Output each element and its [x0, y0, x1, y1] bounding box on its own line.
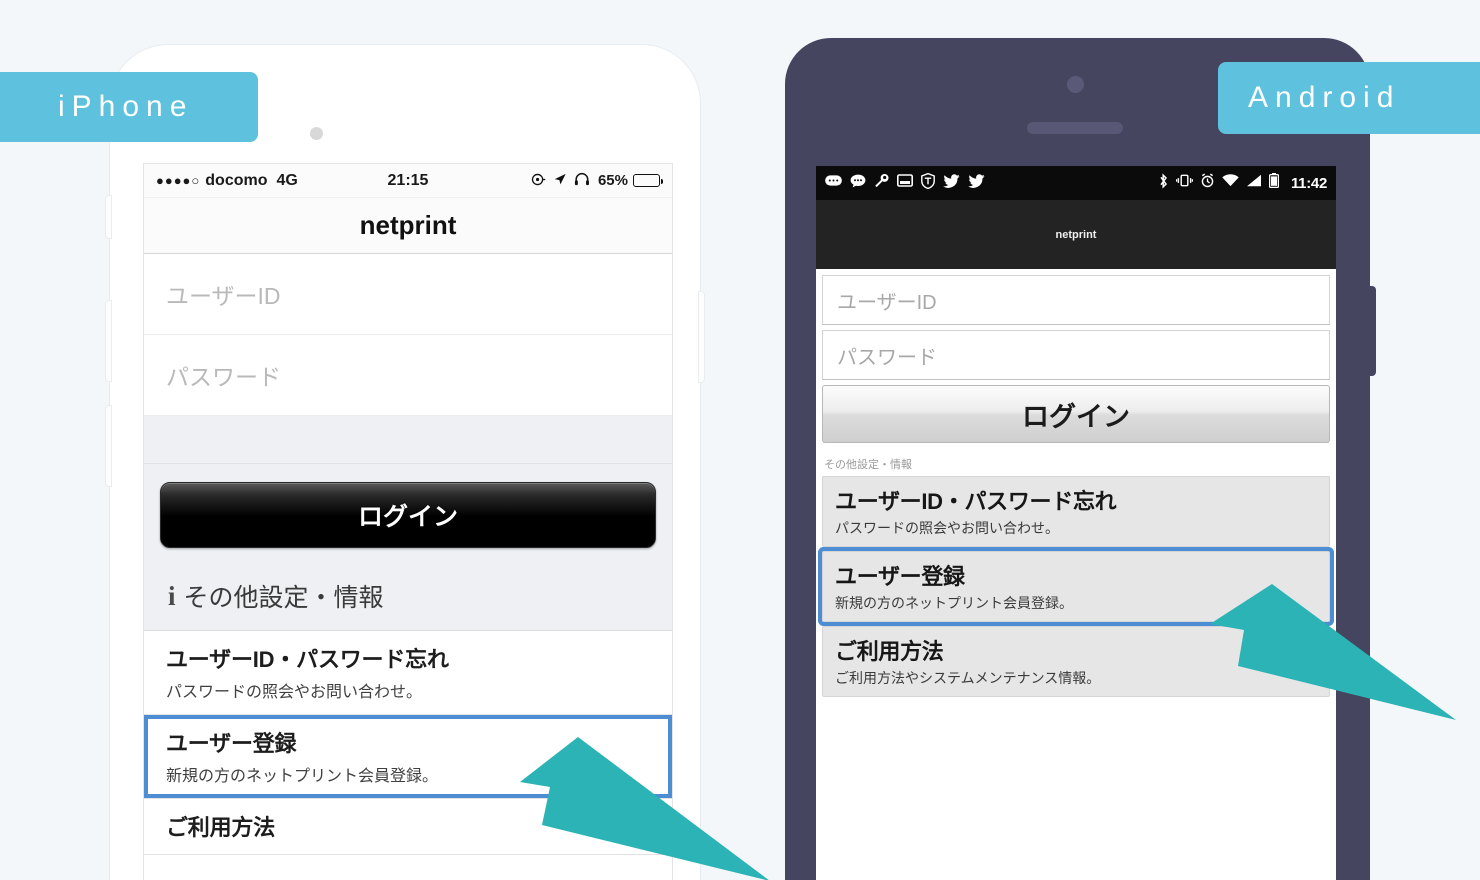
list-item-subtitle: 新規の方のネットプリント会員登録。 — [166, 768, 439, 785]
network-type: 4G — [276, 171, 298, 189]
android-user-id-input[interactable]: ユーザーID — [822, 275, 1330, 325]
location-services-icon — [531, 172, 546, 190]
list-item-title: ご利用方法 — [166, 815, 276, 840]
android-list-item-forgot[interactable]: ユーザーID・パスワード忘れ パスワードの照会やお問い合わせ。 — [822, 476, 1330, 547]
list-item-subtitle: ご利用方法やシステムメンテナンス情報。 — [835, 670, 1101, 686]
iphone-user-id-input[interactable]: ユーザーID — [144, 254, 672, 335]
iphone-status-bar: ●●●●○ docomo 4G 21:15 65% — [144, 164, 672, 198]
list-item-subtitle: 新規の方のネットプリント会員登録。 — [835, 595, 1073, 611]
list-item-title: ユーザーID・パスワード忘れ — [835, 489, 1117, 514]
wifi-icon — [1222, 174, 1239, 192]
android-screen: 11:42 netprint ユーザーID パスワード ログイン その他設定・情… — [816, 166, 1336, 880]
iphone-app-title-bar: netprint — [144, 198, 672, 254]
twitter-bird-icon — [943, 173, 960, 193]
android-system-icons: 11:42 — [1158, 172, 1327, 194]
android-login-button[interactable]: ログイン — [822, 385, 1330, 443]
android-form-area: ユーザーID パスワード ログイン — [816, 269, 1336, 443]
app-title: netprint — [359, 210, 457, 240]
list-item-title: ユーザー登録 — [835, 564, 965, 589]
list-item-title: ご利用方法 — [835, 639, 944, 664]
chat-bubble-icon — [850, 174, 866, 193]
list-item-title: ユーザー登録 — [166, 731, 297, 756]
list-item-subtitle: パスワードの照会やお問い合わせ。 — [166, 684, 423, 701]
iphone-volume-up-button[interactable] — [105, 300, 112, 382]
headphones-icon — [574, 172, 591, 189]
battery-icon — [1268, 173, 1280, 193]
battery-percent-label: 65% — [597, 172, 628, 189]
android-status-bar-clock: 11:42 — [1290, 174, 1327, 192]
android-section-label: その他設定・情報 — [824, 459, 912, 471]
iphone-list-item-how-to-use[interactable]: ご利用方法 — [144, 799, 672, 855]
shield-icon — [921, 172, 935, 194]
android-app-title-bar: netprint — [816, 200, 1336, 269]
android-status-bar: 11:42 — [816, 166, 1336, 200]
android-password-input[interactable]: パスワード — [822, 330, 1330, 380]
message-icon — [825, 174, 842, 192]
iphone-power-button[interactable] — [698, 291, 705, 383]
screenshot-stage: ●●●●○ docomo 4G 21:15 65% netprint ユーザーI… — [0, 0, 1480, 880]
iphone-password-input[interactable]: パスワード — [144, 335, 672, 416]
iphone-list-item-forgot[interactable]: ユーザーID・パスワード忘れ パスワードの照会やお問い合わせ。 — [144, 631, 672, 715]
list-item-subtitle: パスワードの照会やお問い合わせ。 — [835, 520, 1059, 536]
battery-status: 65% — [597, 172, 663, 189]
twitter-bird-icon — [968, 173, 985, 193]
iphone-login-button[interactable]: ログイン — [160, 482, 656, 548]
navigation-arrow-icon — [553, 172, 567, 189]
status-bar-right-icons: 65% — [531, 172, 663, 190]
android-earpiece-speaker — [1027, 122, 1123, 134]
iphone-list-item-user-registration[interactable]: ユーザー登録 新規の方のネットプリント会員登録。 — [144, 715, 672, 799]
screenshot-icon — [897, 174, 913, 192]
wrench-icon — [874, 173, 889, 193]
cell-signal-icon — [1246, 174, 1262, 192]
iphone-form-spacer — [144, 416, 672, 464]
info-icon: i — [168, 580, 176, 611]
iphone-screen: ●●●●○ docomo 4G 21:15 65% netprint ユーザーI… — [143, 163, 673, 880]
alarm-icon — [1200, 173, 1215, 193]
iphone-front-camera-icon — [310, 127, 323, 140]
android-list-item-user-registration[interactable]: ユーザー登録 新規の方のネットプリント会員登録。 — [822, 551, 1330, 622]
iphone-volume-down-button[interactable] — [105, 405, 112, 487]
vibrate-icon — [1175, 173, 1194, 193]
signal-strength-dots-icon: ●●●●○ — [156, 173, 201, 188]
carrier-name: docomo — [205, 171, 268, 189]
android-device: 11:42 netprint ユーザーID パスワード ログイン その他設定・情… — [785, 38, 1376, 880]
iphone-section-label: その他設定・情報 — [183, 584, 384, 612]
android-notification-icons — [825, 172, 985, 194]
iphone-mute-switch[interactable] — [105, 195, 112, 239]
iphone-section-header: i その他設定・情報 — [144, 562, 672, 631]
android-list-item-how-to-use[interactable]: ご利用方法 ご利用方法やシステムメンテナンス情報。 — [822, 626, 1330, 697]
iphone-login-button-area: ログイン — [144, 464, 672, 562]
list-item-title: ユーザーID・パスワード忘れ — [166, 647, 449, 672]
platform-badge-iphone: iPhone — [0, 72, 258, 142]
android-front-camera-icon — [1067, 76, 1084, 93]
battery-icon — [633, 174, 663, 187]
platform-badge-android: Android — [1218, 62, 1480, 134]
bluetooth-icon — [1158, 172, 1169, 194]
iphone-device: ●●●●○ docomo 4G 21:15 65% netprint ユーザーI… — [105, 45, 705, 880]
app-title: netprint — [1055, 228, 1097, 241]
android-power-button[interactable] — [1368, 286, 1376, 376]
